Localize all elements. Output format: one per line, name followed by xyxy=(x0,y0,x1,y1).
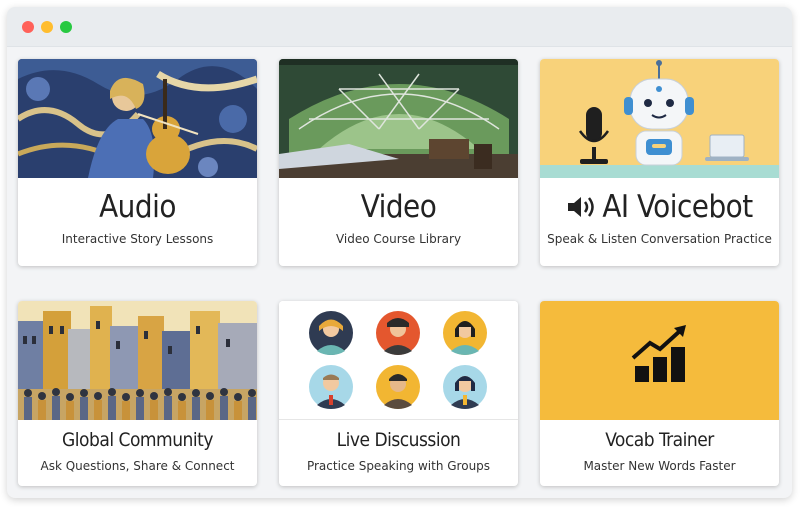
minimize-window-button[interactable] xyxy=(41,21,53,33)
card-title: Vocab Trainer xyxy=(605,429,714,451)
maximize-window-button[interactable] xyxy=(60,21,72,33)
robot-microphone-image xyxy=(540,59,779,178)
card-subtitle: Ask Questions, Share & Connect xyxy=(40,459,235,473)
card-title: Audio xyxy=(99,189,176,225)
app-window: Audio Interactive Story Lessons Video Vi… xyxy=(7,7,792,498)
card-subtitle: Speak & Listen Conversation Practice xyxy=(547,232,772,246)
violin-player-image xyxy=(18,59,257,178)
card-title: Live Discussion xyxy=(336,429,461,451)
card-title: AI Voicebot xyxy=(540,189,779,228)
video-card[interactable]: Video Video Course Library xyxy=(279,59,518,266)
ai-voicebot-card[interactable]: AI Voicebot Speak & Listen Conversation … xyxy=(540,59,779,266)
close-window-button[interactable] xyxy=(22,21,34,33)
dome-interior-image xyxy=(279,59,518,178)
global-community-card[interactable]: Global Community Ask Questions, Share & … xyxy=(18,301,257,486)
card-subtitle: Video Course Library xyxy=(335,232,462,246)
avatar-grid-image xyxy=(279,301,518,420)
card-subtitle: Interactive Story Lessons xyxy=(61,232,214,246)
card-subtitle: Master New Words Faster xyxy=(583,459,736,473)
vocab-banner xyxy=(540,301,779,420)
title-bar xyxy=(7,7,792,47)
card-title-text: AI Voicebot xyxy=(602,189,753,225)
card-title: Video xyxy=(360,189,437,225)
audio-card[interactable]: Audio Interactive Story Lessons xyxy=(18,59,257,266)
card-title: Global Community xyxy=(62,429,213,451)
speaker-icon xyxy=(566,192,596,228)
vocab-trainer-card[interactable]: Vocab Trainer Master New Words Faster xyxy=(540,301,779,486)
crowd-city-image xyxy=(18,301,257,420)
live-discussion-card[interactable]: Live Discussion Practice Speaking with G… xyxy=(279,301,518,486)
card-subtitle: Practice Speaking with Groups xyxy=(306,459,491,473)
